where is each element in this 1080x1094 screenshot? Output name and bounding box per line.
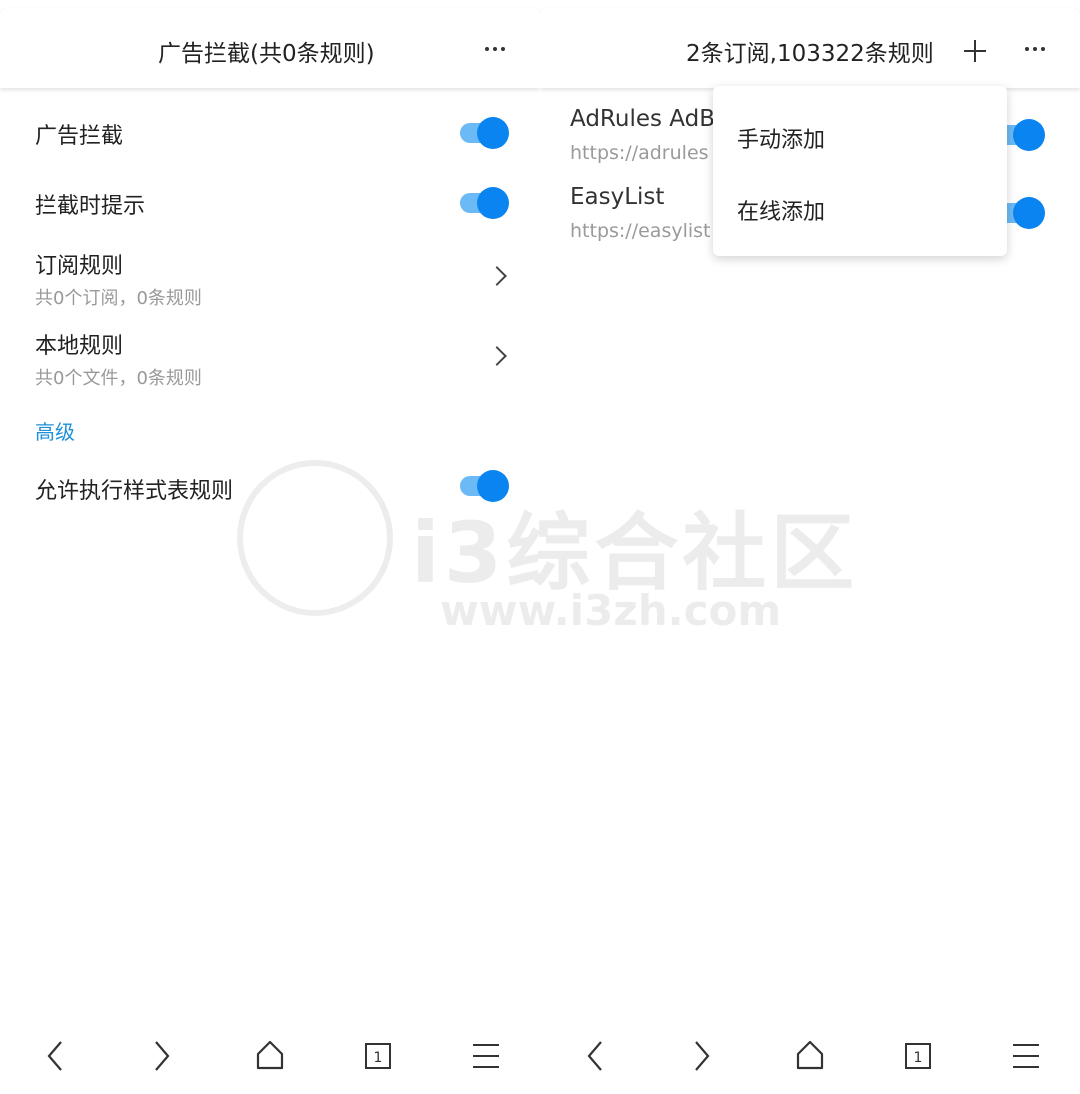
plus-icon[interactable] [962,38,988,64]
ad-block-toggle[interactable] [460,114,510,150]
bottom-nav-bar: 1 [540,1030,1080,1086]
setting-label: 允许执行样式表规则 [35,479,234,504]
subscription-url: https://adrules [570,142,709,164]
row-title: 订阅规则 [35,254,124,279]
forward-arrow-icon[interactable] [677,1030,727,1080]
menu-item-online-add[interactable]: 在线添加 [737,194,825,226]
top-bar: 2条订阅,103322条规则 [540,8,1080,88]
setting-label: 广告拦截 [35,124,124,149]
chevron-right-icon [487,346,507,366]
ad-block-settings-panel: 广告拦截(共0条规则) 广告拦截 拦截时提示 订阅规则 共0个订阅，0条规则 本… [0,0,540,1094]
home-icon[interactable] [785,1030,835,1080]
forward-arrow-icon[interactable] [137,1030,187,1080]
local-rules-row[interactable]: 本地规则 共0个文件，0条规则 [0,320,540,392]
row-subtitle: 共0个订阅，0条规则 [35,288,202,309]
tab-count: 1 [914,1050,923,1066]
page-title: 广告拦截(共0条规则) [158,41,375,67]
stylesheet-rules-toggle[interactable] [460,467,510,503]
setting-row-stylesheet-rules[interactable]: 允许执行样式表规则 [0,463,540,513]
tabs-icon[interactable]: 1 [893,1030,943,1080]
chevron-right-icon [487,266,507,286]
section-header-advanced: 高级 [35,420,75,444]
home-icon[interactable] [245,1030,295,1080]
subscription-name: AdRules AdB [570,106,715,132]
top-bar: 广告拦截(共0条规则) [0,8,540,88]
back-arrow-icon[interactable] [30,1030,80,1080]
setting-label: 拦截时提示 [35,194,146,219]
tabs-icon[interactable]: 1 [353,1030,403,1080]
subscription-list-panel: 2条订阅,103322条规则 AdRules AdB https://adrul… [540,0,1080,1094]
menu-icon[interactable] [461,1030,511,1080]
block-notice-toggle[interactable] [460,184,510,220]
menu-icon[interactable] [1001,1030,1051,1080]
page-title: 2条订阅,103322条规则 [686,41,934,67]
subscription-name: EasyList [570,184,665,210]
row-subtitle: 共0个文件，0条规则 [35,368,202,389]
more-horizontal-icon[interactable] [478,34,512,64]
setting-row-block-notice[interactable]: 拦截时提示 [0,178,540,228]
setting-row-ad-block[interactable]: 广告拦截 [0,108,540,158]
subscription-rules-row[interactable]: 订阅规则 共0个订阅，0条规则 [0,240,540,312]
tab-count: 1 [374,1050,383,1066]
more-horizontal-icon[interactable] [1018,34,1052,64]
row-title: 本地规则 [35,334,124,359]
menu-item-manual-add[interactable]: 手动添加 [737,122,825,154]
add-subscription-menu: 手动添加 在线添加 [713,86,1007,256]
back-arrow-icon[interactable] [570,1030,620,1080]
bottom-nav-bar: 1 [0,1030,540,1086]
subscription-url: https://easylist [570,220,711,242]
